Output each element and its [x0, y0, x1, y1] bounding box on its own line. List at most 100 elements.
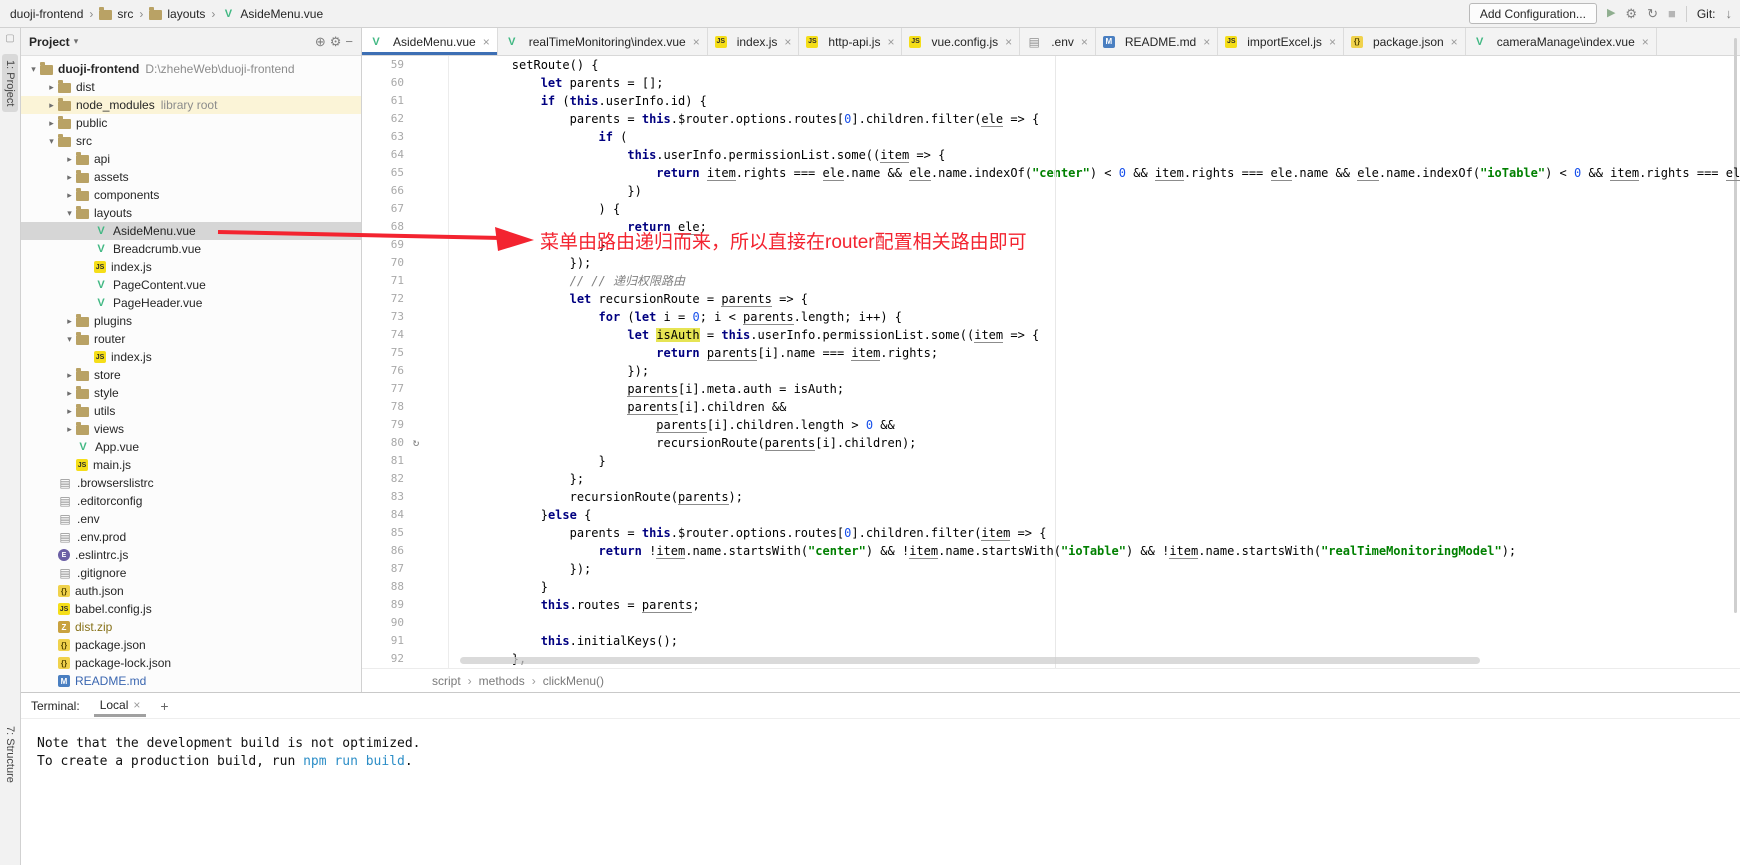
chevron-icon[interactable]: ▸: [63, 190, 76, 201]
terminal-tab-local[interactable]: Local ×: [94, 694, 147, 717]
chevron-icon[interactable]: ▸: [63, 406, 76, 417]
editor-tab[interactable]: VAsideMenu.vue×: [362, 28, 498, 55]
close-icon[interactable]: ×: [483, 35, 490, 49]
tree-item[interactable]: ▸node_moduleslibrary root: [21, 96, 361, 114]
close-icon[interactable]: ×: [1005, 35, 1012, 49]
close-icon[interactable]: ×: [1081, 35, 1088, 49]
tree-item[interactable]: ▸assets: [21, 168, 361, 186]
gear-icon[interactable]: ⚙: [330, 34, 342, 50]
editor-tab[interactable]: JSindex.js×: [708, 28, 800, 55]
tree-item[interactable]: JSmain.js: [21, 456, 361, 474]
chevron-icon[interactable]: ▾: [63, 208, 76, 219]
sync-icon[interactable]: ↻: [1647, 7, 1658, 20]
locate-icon[interactable]: ⊕: [315, 34, 326, 50]
editor-tab[interactable]: MREADME.md×: [1096, 28, 1218, 55]
tree-item[interactable]: VBreadcrumb.vue: [21, 240, 361, 258]
vcs-update-icon[interactable]: ↓: [1726, 7, 1733, 20]
tree-item[interactable]: ▸utils: [21, 402, 361, 420]
tree-item[interactable]: JSindex.js: [21, 348, 361, 366]
editor-tab[interactable]: JSimportExcel.js×: [1218, 28, 1344, 55]
editor-tab[interactable]: {}package.json×: [1344, 28, 1466, 55]
chevron-icon[interactable]: ▸: [45, 118, 58, 129]
tree-item[interactable]: JSindex.js: [21, 258, 361, 276]
close-icon[interactable]: ×: [1451, 35, 1458, 49]
stop-icon[interactable]: ■: [1668, 7, 1676, 20]
tree-item[interactable]: {}package-lock.json: [21, 654, 361, 672]
breadcrumb-item[interactable]: VAsideMenu.vue: [221, 7, 323, 21]
breadcrumb-item[interactable]: clickMenu(): [543, 674, 604, 688]
tree-item[interactable]: ▸public: [21, 114, 361, 132]
new-terminal-icon[interactable]: +: [160, 698, 168, 714]
chevron-icon[interactable]: ▸: [63, 388, 76, 399]
tree-item[interactable]: ▸store: [21, 366, 361, 384]
tree-item[interactable]: ▾duoji-frontendD:\zheheWeb\duoji-fronten…: [21, 60, 361, 78]
chevron-icon[interactable]: ▾: [27, 64, 40, 75]
tree-item[interactable]: VPageHeader.vue: [21, 294, 361, 312]
close-icon[interactable]: ×: [133, 698, 140, 712]
close-icon[interactable]: ×: [693, 35, 700, 49]
close-icon[interactable]: ×: [784, 35, 791, 49]
recursive-call-icon[interactable]: ↻: [406, 434, 426, 452]
project-panel-title[interactable]: Project: [29, 35, 70, 49]
breadcrumb-item[interactable]: script: [432, 674, 461, 688]
close-icon[interactable]: ×: [1203, 35, 1210, 49]
add-configuration-button[interactable]: Add Configuration...: [1469, 3, 1597, 24]
settings-icon[interactable]: ⚙: [1625, 7, 1637, 20]
chevron-icon[interactable]: ▸: [63, 172, 76, 183]
tree-item[interactable]: ▤.env: [21, 510, 361, 528]
chevron-icon[interactable]: ▸: [63, 154, 76, 165]
editor-tab[interactable]: JSvue.config.js×: [902, 28, 1020, 55]
chevron-icon[interactable]: ▸: [63, 424, 76, 435]
tree-item[interactable]: ▤.gitignore: [21, 564, 361, 582]
chevron-icon[interactable]: ▾: [63, 334, 76, 345]
tree-item[interactable]: ▸api: [21, 150, 361, 168]
chevron-icon[interactable]: ▸: [63, 316, 76, 327]
editor-tab[interactable]: VrealTimeMonitoring\index.vue×: [498, 28, 708, 55]
horizontal-scrollbar[interactable]: [460, 657, 1480, 664]
tree-item[interactable]: E.eslintrc.js: [21, 546, 361, 564]
breadcrumb-item[interactable]: duoji-frontend: [10, 7, 83, 21]
tree-item[interactable]: ▤.editorconfig: [21, 492, 361, 510]
project-tree[interactable]: ▾duoji-frontendD:\zheheWeb\duoji-fronten…: [21, 56, 361, 692]
code-editor[interactable]: 59 setRoute() {60 let parents = [];61 if…: [362, 56, 1740, 668]
tree-item[interactable]: VApp.vue: [21, 438, 361, 456]
tree-item[interactable]: {}package.json: [21, 636, 361, 654]
structure-tool-button[interactable]: 7: Structure: [2, 720, 18, 789]
tree-item[interactable]: {}auth.json: [21, 582, 361, 600]
chevron-icon[interactable]: ▸: [45, 82, 58, 93]
tree-item[interactable]: ▸plugins: [21, 312, 361, 330]
chevron-icon[interactable]: ▸: [63, 370, 76, 381]
tree-item[interactable]: ▤.browserslistrc: [21, 474, 361, 492]
hide-panel-icon[interactable]: −: [345, 34, 353, 49]
tree-item[interactable]: Zdist.zip: [21, 618, 361, 636]
editor-tab[interactable]: JShttp-api.js×: [799, 28, 902, 55]
terminal-output[interactable]: Note that the development build is not o…: [21, 719, 1740, 865]
tree-item[interactable]: ▾router: [21, 330, 361, 348]
close-icon[interactable]: ×: [1642, 35, 1649, 49]
breadcrumb-item[interactable]: methods: [479, 674, 525, 688]
run-icon[interactable]: ▶: [1607, 8, 1615, 19]
tree-item[interactable]: ▸style: [21, 384, 361, 402]
tree-item[interactable]: ▸views: [21, 420, 361, 438]
tree-item[interactable]: ▾layouts: [21, 204, 361, 222]
tree-item[interactable]: JSbabel.config.js: [21, 600, 361, 618]
tree-item[interactable]: ▸dist: [21, 78, 361, 96]
breadcrumb-item[interactable]: src: [99, 7, 133, 21]
chevron-icon[interactable]: ▾: [45, 136, 58, 147]
close-icon[interactable]: ×: [1329, 35, 1336, 49]
tree-item[interactable]: ▾src: [21, 132, 361, 150]
tree-item[interactable]: VAsideMenu.vue: [21, 222, 361, 240]
editor-tab[interactable]: ▤.env×: [1020, 28, 1096, 55]
close-icon[interactable]: ×: [887, 35, 894, 49]
tree-item[interactable]: ▸components: [21, 186, 361, 204]
chevron-down-icon[interactable]: ▾: [74, 36, 79, 47]
tree-item[interactable]: ▤.env.prod: [21, 528, 361, 546]
tree-item[interactable]: MREADME.md: [21, 672, 361, 690]
json-icon: {}: [58, 585, 70, 597]
breadcrumb-item[interactable]: layouts: [149, 7, 205, 21]
editor-tab[interactable]: VcameraManage\index.vue×: [1466, 28, 1657, 55]
git-label[interactable]: Git:: [1697, 7, 1716, 21]
tree-item[interactable]: VPageContent.vue: [21, 276, 361, 294]
chevron-icon[interactable]: ▸: [45, 100, 58, 111]
project-tool-button[interactable]: 1: Project: [2, 54, 18, 112]
